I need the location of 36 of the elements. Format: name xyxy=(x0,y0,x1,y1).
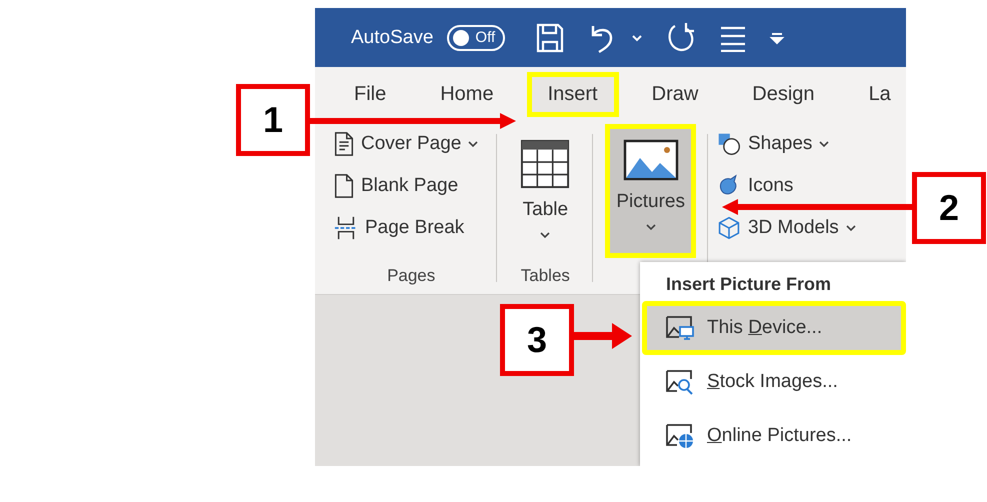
menu-title: Insert Picture From xyxy=(665,273,832,296)
page-icon xyxy=(333,174,355,198)
step-number-callout: 2 xyxy=(912,172,986,244)
ribbon-button[interactable]: Icons xyxy=(716,174,857,198)
ribbon-button[interactable]: Blank Page xyxy=(333,174,480,198)
menu-item[interactable]: This Device... xyxy=(647,306,901,350)
autosave-toggle[interactable]: Off xyxy=(447,24,506,50)
shapes-icon xyxy=(716,132,742,156)
ribbon-button[interactable]: Cover Page xyxy=(333,132,480,156)
ribbon-button[interactable]: Page Break xyxy=(333,216,480,240)
pointer-arrow xyxy=(574,323,632,349)
ribbon-large-button[interactable]: Table xyxy=(514,129,576,253)
menu-item[interactable]: Online Pictures... xyxy=(647,414,901,458)
ribbon-tab[interactable]: File xyxy=(338,77,402,112)
ribbon-tab[interactable]: Design xyxy=(736,77,831,112)
caret-icon[interactable] xyxy=(631,32,644,42)
ribbon-button[interactable]: 3D Models xyxy=(716,216,857,240)
ribbon-tab[interactable]: La xyxy=(852,77,906,112)
step-number-callout: 1 xyxy=(236,84,310,156)
image-globe-icon xyxy=(665,422,695,450)
group-label: Tables xyxy=(520,266,571,286)
autosave-label: AutoSave xyxy=(351,26,434,48)
ribbon-large-button[interactable]: Pictures xyxy=(610,129,691,253)
image-monitor-icon xyxy=(665,314,695,342)
image-search-icon xyxy=(665,368,695,396)
picture-icon xyxy=(622,139,679,181)
ribbon-button[interactable]: Shapes xyxy=(716,132,857,156)
page-icon xyxy=(333,132,355,156)
step-number-callout: 3 xyxy=(500,304,574,376)
menu-item[interactable]: Stock Images... xyxy=(647,360,901,404)
ribbon-tab[interactable]: Home xyxy=(424,77,510,112)
ribbon-tab[interactable]: Draw xyxy=(636,77,714,112)
table-icon xyxy=(520,139,570,189)
group-label: Pages xyxy=(386,266,436,286)
ribbon-tab[interactable]: Insert xyxy=(532,77,614,112)
save-icon[interactable] xyxy=(535,22,566,54)
